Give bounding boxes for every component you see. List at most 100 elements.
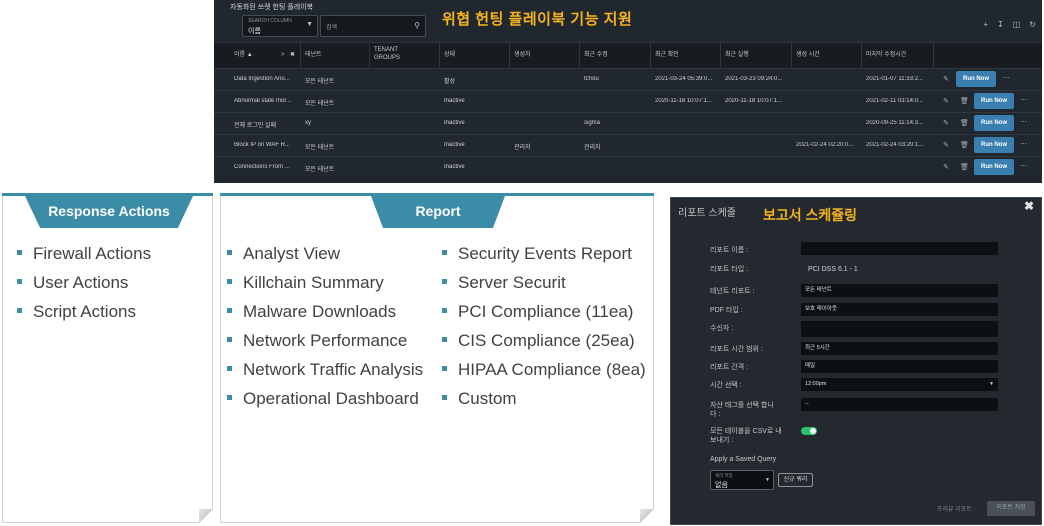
- recipient-label: 수신자 :: [710, 325, 734, 332]
- cell-tenant: xy: [305, 120, 311, 126]
- list-item: Server Securit: [442, 273, 566, 293]
- list-item: Killchain Summary: [227, 273, 384, 293]
- table-row[interactable]: Connections From ... 모든 테넌트 Inactive ✎ 🗑 Run …: [214, 156, 1042, 178]
- run-now-button[interactable]: Run Now: [974, 137, 1014, 153]
- search-column-value: 이름: [248, 28, 261, 35]
- add-icon[interactable]: +: [983, 20, 988, 29]
- list-item: Firewall Actions: [17, 244, 151, 264]
- pdf-type-label: PDF 타입 :: [710, 307, 743, 314]
- run-now-button[interactable]: Run Now: [974, 93, 1014, 109]
- table-row[interactable]: 전체 로그인 실패 xy Inactive sigma 2020-09-25 11:14…: [214, 112, 1042, 134]
- run-now-button[interactable]: Run Now: [974, 115, 1014, 131]
- edit-icon[interactable]: ✎: [943, 97, 949, 105]
- col-created-time[interactable]: 생성 시간: [796, 51, 820, 59]
- bullet-icon: [442, 250, 447, 256]
- bullet-icon: [227, 279, 232, 285]
- more-icon[interactable]: ⋯: [1020, 140, 1027, 148]
- cell-status: Inactive: [444, 142, 465, 148]
- save-report-button[interactable]: 리포트 저장: [987, 501, 1035, 516]
- edit-icon[interactable]: ✎: [943, 119, 949, 127]
- col-creator[interactable]: 생성자: [514, 51, 531, 59]
- chevron-down-icon: ▼: [306, 21, 313, 28]
- edit-icon[interactable]: ✎: [943, 163, 949, 171]
- cell-last-modified: 2021-01-07 11:33:2...: [866, 76, 923, 82]
- table-row[interactable]: Abnormal state mor... 모든 테넌트 Inactive 2020-…: [214, 90, 1042, 112]
- cell-last-checked: 2021-03-24 05:39:0...: [655, 76, 713, 82]
- tenant-report-label: 테넌트 리포트 :: [710, 288, 755, 295]
- csv-export-toggle[interactable]: [801, 427, 817, 435]
- col-modifier[interactable]: 최근 수정: [584, 51, 608, 59]
- chevron-down-icon: ▼: [989, 381, 994, 387]
- col-tenant-groups[interactable]: TENANT GROUPS: [374, 46, 400, 62]
- columns-icon[interactable]: ◫: [1013, 20, 1021, 29]
- col-status[interactable]: 상태: [444, 51, 455, 59]
- more-icon[interactable]: ⋯: [1020, 162, 1027, 170]
- trash-icon[interactable]: 🗑: [960, 97, 969, 105]
- preview-report-button[interactable]: 프리뷰 리포트: [937, 504, 972, 513]
- table-row[interactable]: Block IP on WAF R... 모든 테넌트 Inactive 관리자 관리자…: [214, 134, 1042, 156]
- search-column-select[interactable]: SEARCH COLUMN 이름 ▼: [242, 15, 318, 37]
- saved-query-label: Apply a Saved Query: [710, 456, 777, 463]
- list-item: User Actions: [17, 273, 128, 293]
- list-item: Network Performance: [227, 331, 407, 351]
- col-last-checked[interactable]: 최근 확인: [655, 51, 679, 59]
- col-name-clear-icon[interactable]: ✖: [290, 51, 295, 59]
- saved-query-select[interactable]: 쿼리 저장 없음 ▼: [710, 470, 774, 490]
- toolbar: + ↧ ◫ ↻: [983, 20, 1036, 29]
- list-item: Analyst View: [227, 244, 340, 264]
- more-icon[interactable]: ⋯: [1003, 74, 1010, 82]
- response-actions-card: Response Actions Firewall Actions User A…: [2, 193, 213, 523]
- trash-icon[interactable]: 🗑: [960, 141, 969, 149]
- list-item: PCI Compliance (11ea): [442, 302, 633, 322]
- playbook-banner: 위협 헌팅 플레이북 기능 지원: [442, 11, 633, 28]
- time-select[interactable]: 12:00pm ▼: [801, 378, 998, 391]
- col-name-resize-icon[interactable]: >: [281, 51, 285, 59]
- col-name[interactable]: 이름 ▲: [234, 51, 253, 59]
- list-item: Operational Dashboard: [227, 389, 419, 409]
- refresh-icon[interactable]: ↻: [1029, 20, 1036, 29]
- col-tenant[interactable]: 테넌트: [305, 51, 322, 59]
- tenant-report-select[interactable]: 모든 테넌트: [801, 284, 998, 297]
- list-item: CIS Compliance (25ea): [442, 331, 635, 351]
- run-now-button[interactable]: Run Now: [974, 159, 1014, 175]
- list-item: Security Events Report: [442, 244, 632, 264]
- asset-tag-label: 자산 태그를 선택 합니 다 :: [710, 402, 774, 418]
- cell-tenant: 모든 테넌트: [305, 145, 335, 151]
- toggle-knob: [810, 428, 816, 434]
- col-last-run[interactable]: 최근 실행: [725, 51, 749, 59]
- page-curl-icon: [199, 509, 213, 523]
- time-range-select[interactable]: 최근 5시간: [801, 342, 998, 355]
- download-icon[interactable]: ↧: [997, 20, 1004, 29]
- edit-icon[interactable]: ✎: [943, 141, 949, 149]
- col-last-modified[interactable]: 마지막 수정시간: [866, 51, 906, 59]
- cell-name: Abnormal state mor...: [234, 98, 292, 104]
- bullet-icon: [442, 279, 447, 285]
- new-query-button[interactable]: 신규 쿼리: [778, 473, 813, 487]
- saved-query-select-label: 쿼리 저장: [715, 473, 733, 478]
- cell-status: Inactive: [444, 164, 465, 170]
- report-type-label: 리포트 타입 :: [710, 266, 749, 273]
- search-input[interactable]: 검색 ⚲: [320, 15, 426, 37]
- asset-tag-select[interactable]: --: [801, 398, 998, 411]
- run-now-button[interactable]: Run Now: [956, 71, 996, 87]
- more-icon[interactable]: ⋯: [1020, 96, 1027, 104]
- trash-icon[interactable]: 🗑: [960, 119, 969, 127]
- report-name-label: 리포트 이름 :: [710, 247, 749, 254]
- edit-icon[interactable]: ✎: [943, 75, 949, 83]
- interval-select[interactable]: 매일: [801, 360, 998, 373]
- more-icon[interactable]: ⋯: [1020, 118, 1027, 126]
- csv-export-label: 모든 테이블을 CSV로 내 보내기 :: [710, 428, 782, 444]
- table-row[interactable]: Data Ingestion Ano... 모든 테넌트 활성 tchou 2021-0…: [214, 68, 1042, 90]
- report-name-input[interactable]: [801, 242, 998, 255]
- close-icon[interactable]: ✖: [1024, 199, 1034, 213]
- cell-last-modified: 2020-09-25 11:14:3...: [866, 120, 923, 126]
- pdf-type-select[interactable]: 보호 레이아웃: [801, 303, 998, 316]
- cell-creator: 관리자: [514, 145, 531, 151]
- list-item: HIPAA Compliance (8ea): [442, 360, 646, 380]
- cell-last-run: 2020-11-18 10:07:1...: [725, 98, 782, 104]
- report-type-value: PCI DSS 6.1 - 1: [808, 266, 858, 273]
- cell-tenant: 모든 테넌트: [305, 79, 335, 85]
- bullet-icon: [227, 395, 232, 401]
- recipient-input[interactable]: [801, 321, 998, 337]
- trash-icon[interactable]: 🗑: [960, 163, 969, 171]
